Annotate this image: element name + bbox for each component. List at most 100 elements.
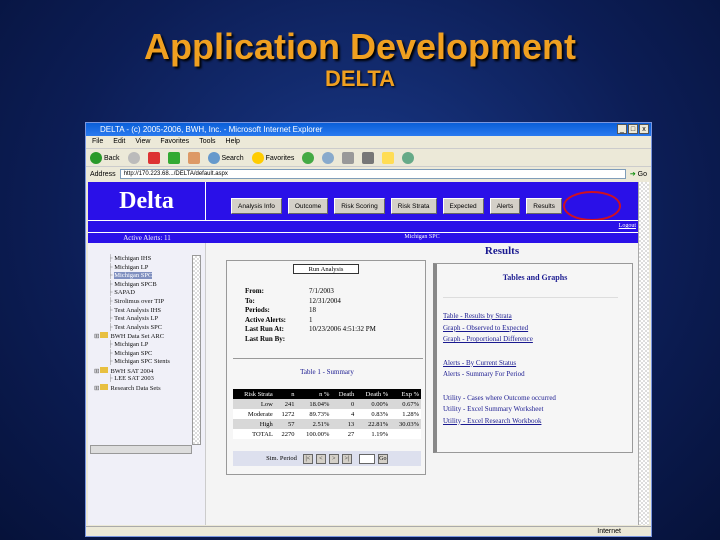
tree-item[interactable]: ├ Michigan LP [94, 341, 192, 350]
tree-item[interactable]: ├ SAPAD [94, 289, 192, 298]
menu-tools[interactable]: Tools [199, 138, 215, 146]
tree-item[interactable]: ⊞ BWH Data Set ARC [94, 332, 192, 341]
analysis-name: Michigan SPC [404, 234, 440, 240]
tree-hscroll[interactable] [90, 445, 192, 454]
tables-graphs-panel: Tables and Graphs Table - Results by Str… [433, 263, 633, 453]
link-observed-to-expected[interactable]: Graph - Observed to Expected [443, 324, 556, 336]
logout-link[interactable]: Logout [619, 223, 636, 229]
mail-icon[interactable] [322, 151, 335, 164]
menu-help[interactable]: Help [226, 138, 240, 146]
close-button[interactable]: x [639, 124, 649, 134]
column-header[interactable]: Risk Strata [233, 389, 275, 399]
tree-item[interactable]: ├ Michigan LP [94, 264, 192, 273]
link-utility-research[interactable]: Utility - Excel Research Workbook [443, 417, 556, 429]
tree-item[interactable]: ├ Test Analysis SPC [94, 324, 192, 333]
nav-results[interactable]: Results [526, 198, 562, 214]
table-cell: 18.04% [309, 400, 330, 408]
info-label: From: [245, 287, 264, 295]
info-label: Periods: [245, 306, 270, 314]
search-button[interactable]: Search [207, 151, 244, 164]
favorites-button[interactable]: Favorites [251, 151, 294, 164]
table-cell: 1.28% [402, 410, 419, 418]
info-value: 1 [309, 315, 313, 324]
column-header[interactable]: Death % [356, 389, 391, 399]
tree-item[interactable]: ├ Test Analysis LP [94, 315, 192, 324]
nav-analysis-info[interactable]: Analysis Info [231, 198, 282, 214]
link-utility-summary[interactable]: Utility - Excel Summary Worksheet [443, 405, 556, 417]
nav-alerts[interactable]: Alerts [489, 198, 521, 214]
tree-item-label: BWH SAT 2004 [110, 367, 154, 375]
back-button[interactable]: Back [90, 151, 120, 164]
info-row: Active Alerts: 1 [245, 316, 376, 326]
link-proportional-difference[interactable]: Graph - Proportional Difference [443, 335, 556, 347]
history-icon[interactable] [302, 151, 315, 164]
link-alerts-summary[interactable]: Alerts - Summary For Period [443, 370, 556, 382]
column-header[interactable]: n % [296, 389, 332, 399]
column-header[interactable]: Exp % [390, 389, 421, 399]
tree-item[interactable]: ├ Michigan SPC [94, 272, 192, 281]
next-page-button[interactable]: > [328, 453, 339, 464]
tree-item[interactable]: ├ Michigan IHS [94, 255, 192, 264]
first-page-button[interactable]: |< [302, 453, 313, 464]
tree-item[interactable]: ├ Michigan SPC Stents [94, 358, 192, 367]
tree-vscroll[interactable] [192, 255, 201, 445]
status-row: Active Alerts: 11 Michigan SPC [88, 232, 638, 243]
table-cell: 13 [347, 420, 355, 428]
last-page-button[interactable]: >| [341, 453, 352, 464]
table-cell: High [259, 420, 273, 428]
tree-item-label: LEE SAT 2003 [114, 375, 154, 383]
nav-expected[interactable]: Expected [442, 198, 484, 214]
menu-file[interactable]: File [92, 138, 103, 146]
stop-icon[interactable] [147, 151, 160, 164]
prev-page-button[interactable]: < [315, 453, 326, 464]
menu-edit[interactable]: Edit [113, 138, 125, 146]
nav-risk-scoring[interactable]: Risk Scoring [334, 198, 385, 214]
address-input[interactable]: http://170.223.68.../DELTA/default.aspx [119, 169, 626, 179]
print-icon[interactable] [342, 151, 355, 164]
tree-item[interactable]: ⊞ Research Data Sets [94, 383, 192, 393]
column-header[interactable]: n [274, 389, 297, 399]
link-results-by-strata[interactable]: Table - Results by Strata [443, 312, 556, 324]
zone-label: Internet [597, 528, 621, 535]
tree-item[interactable]: ├ Test Analysis IHS [94, 307, 192, 316]
menu-view[interactable]: View [135, 138, 150, 146]
tree-item[interactable]: ├ Sirolimus over TIP [94, 298, 192, 307]
tree-item-label: Michigan SPC Stents [114, 358, 170, 366]
nav-risk-strata[interactable]: Risk Strata [390, 198, 437, 214]
link-alerts-current-status[interactable]: Alerts - By Current Status [443, 359, 556, 371]
maximize-button[interactable]: □ [628, 124, 638, 134]
column-header[interactable]: Death [331, 389, 357, 399]
tables-graphs-title: Tables and Graphs [502, 273, 568, 282]
folder-icon [100, 332, 109, 339]
browser-window: DELTA - (c) 2005-2006, BWH, Inc. - Micro… [85, 122, 652, 537]
period-go-button[interactable]: Go [377, 453, 388, 464]
refresh-icon[interactable] [167, 151, 180, 164]
tree-item[interactable]: ├ Michigan SPC [94, 350, 192, 359]
link-utility-cases[interactable]: Utility - Cases where Outcome occurred [443, 394, 556, 406]
notes-icon[interactable] [382, 151, 395, 164]
address-bar: Address http://170.223.68.../DELTA/defau… [86, 167, 651, 181]
table-cell: 0.67% [402, 400, 419, 408]
forward-icon[interactable] [127, 151, 140, 164]
home-icon[interactable] [187, 151, 200, 164]
tree-item-label: Test Analysis IHS [114, 306, 161, 314]
tree-item[interactable]: ├ LEE SAT 2003 [94, 375, 192, 384]
table-cell: 4 [351, 410, 355, 418]
minimize-button[interactable]: _ [617, 124, 627, 134]
info-value: 12/31/2004 [309, 296, 341, 305]
messenger-icon[interactable] [402, 151, 415, 164]
period-input[interactable] [358, 453, 375, 464]
slide-subtitle: DELTA [324, 66, 396, 91]
table-cell: 0.00% [371, 400, 389, 408]
highlight-circle [563, 191, 621, 221]
edit-icon[interactable] [362, 151, 375, 164]
table-row: High 57 2.51% 13 22.81% 30.03% [233, 419, 421, 429]
go-button[interactable]: ➔ Go [630, 170, 647, 178]
table-cell: Moderate [247, 410, 273, 418]
run-analysis-button[interactable]: Run Analysis [293, 264, 359, 274]
summary-table: Risk Strata n n % Death Death % Exp % Low 241 18… [233, 389, 421, 439]
menu-favorites[interactable]: Favorites [160, 138, 189, 146]
page-scrollbar[interactable] [638, 182, 649, 525]
tree-item-label: Michigan LP [114, 340, 149, 348]
nav-outcome[interactable]: Outcome [287, 198, 329, 214]
